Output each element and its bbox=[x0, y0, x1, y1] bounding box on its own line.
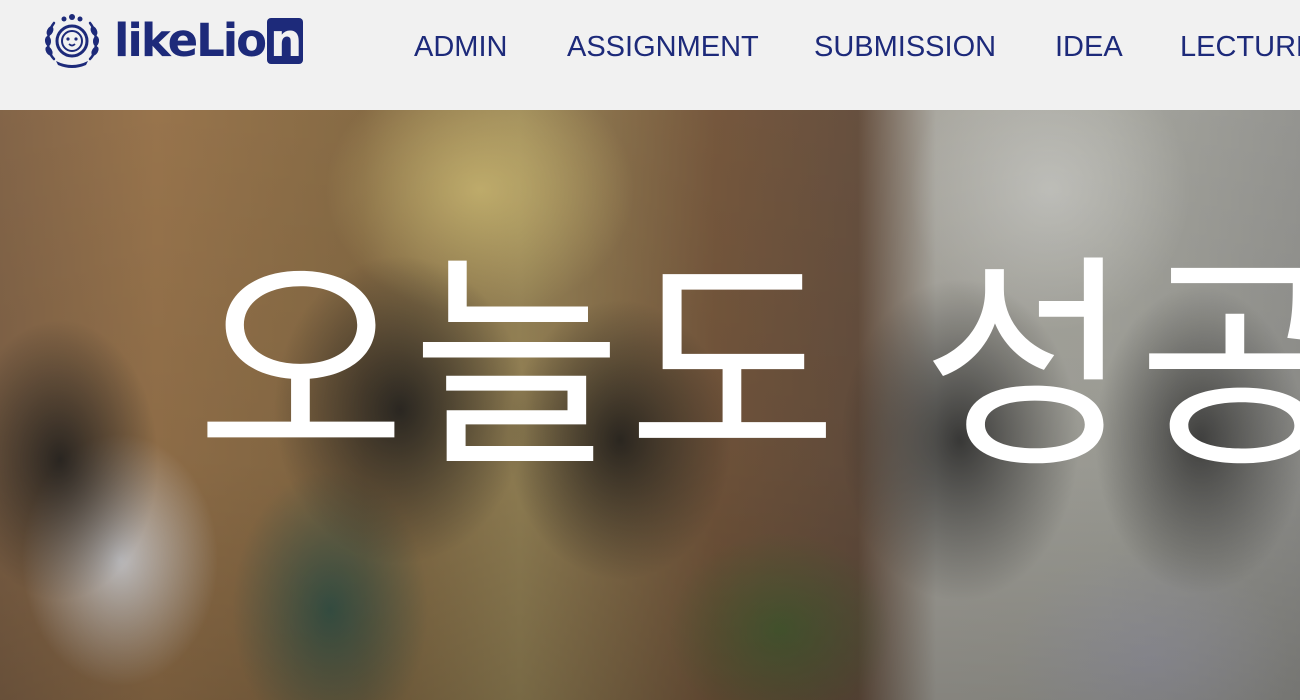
nav-item-assignment[interactable]: ASSIGNMENT bbox=[567, 29, 759, 65]
home-logo-link[interactable]: likeLio n bbox=[42, 11, 304, 71]
logo-text: likeLio bbox=[114, 14, 267, 67]
lion-crest-icon bbox=[44, 14, 100, 68]
nav-item-idea[interactable]: IDEA bbox=[1055, 29, 1123, 65]
logo-wordmark: likeLio n bbox=[114, 11, 304, 71]
nav-item-submission[interactable]: SUBMISSION bbox=[814, 29, 996, 65]
nav-item-lecture[interactable]: LECTURE bbox=[1180, 29, 1300, 65]
hero-banner: 오늘도 성공 bbox=[0, 110, 1300, 700]
hero-title: 오늘도 성공 bbox=[196, 234, 1300, 500]
nav-item-admin[interactable]: ADMIN bbox=[414, 29, 507, 65]
logo-text-box: n bbox=[267, 18, 304, 64]
site-header: likeLio n ADMIN ASSIGNMENT SUBMISSION IDE… bbox=[0, 0, 1300, 110]
